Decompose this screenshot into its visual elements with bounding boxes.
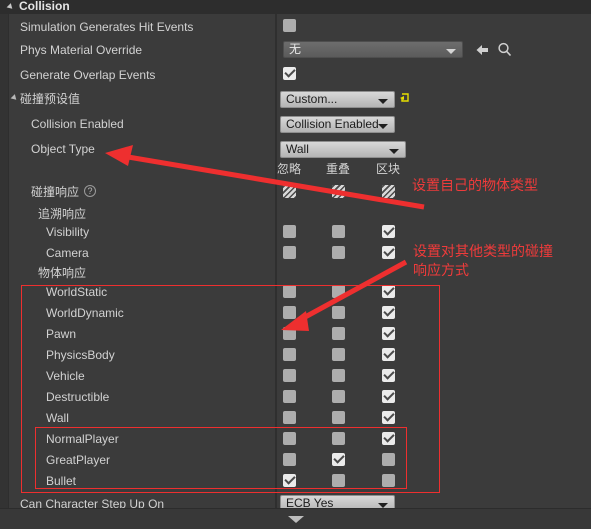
- checkbox-physicsbody-block[interactable]: [382, 348, 395, 361]
- reset-arrow-icon[interactable]: [399, 92, 411, 104]
- checkbox-wall-block[interactable]: [382, 411, 395, 424]
- collision-details-panel: Collision Simulation Generates Hit Event…: [0, 0, 591, 529]
- checkbox-worldstatic-overlap[interactable]: [332, 285, 345, 298]
- checkbox-camera-block[interactable]: [382, 246, 395, 259]
- checkbox-greatplayer-ignore[interactable]: [283, 453, 296, 466]
- label-collision-preset: 碰撞预设值: [20, 92, 81, 106]
- panel-footer: [0, 508, 591, 529]
- label-vehicle: Vehicle: [46, 369, 85, 383]
- annotation-text-collision-response-1: 设置对其他类型的碰撞: [413, 244, 553, 260]
- checkbox-greatplayer-overlap[interactable]: [332, 453, 345, 466]
- checkbox-collision-response-block[interactable]: [382, 185, 395, 198]
- triangle-down-icon: [6, 3, 15, 11]
- label-trace-response: 追溯响应: [38, 207, 87, 221]
- chevron-down-icon: [446, 49, 456, 54]
- object-type-value: Wall: [286, 142, 309, 156]
- label-phys-material-override: Phys Material Override: [20, 43, 143, 57]
- checkbox-wall-ignore[interactable]: [283, 411, 296, 424]
- annotation-text-object-type: 设置自己的物体类型: [412, 178, 538, 194]
- phys-material-override-value: 无: [289, 42, 302, 56]
- checkbox-greatplayer-block[interactable]: [382, 453, 395, 466]
- label-worldstatic: WorldStatic: [46, 285, 108, 299]
- checkbox-vehicle-block[interactable]: [382, 369, 395, 382]
- help-icon[interactable]: ?: [84, 185, 96, 197]
- checkbox-bullet-overlap[interactable]: [332, 474, 345, 487]
- chevron-down-icon: [378, 124, 388, 129]
- checkbox-visibility-ignore[interactable]: [283, 225, 296, 238]
- phys-material-override-dropdown[interactable]: 无: [283, 41, 463, 58]
- collision-category-header[interactable]: Collision: [0, 0, 591, 15]
- checkbox-destructible-overlap[interactable]: [332, 390, 345, 403]
- checkbox-collision-response-ignore[interactable]: [283, 185, 296, 198]
- checkbox-physicsbody-overlap[interactable]: [332, 348, 345, 361]
- checkbox-pawn-ignore[interactable]: [283, 327, 296, 340]
- column-header-ignore: 忽略: [277, 162, 302, 176]
- column-header-overlap: 重叠: [326, 162, 351, 176]
- checkbox-bullet-ignore[interactable]: [283, 474, 296, 487]
- checkbox-camera-ignore[interactable]: [283, 246, 296, 259]
- label-greatplayer: GreatPlayer: [46, 453, 111, 467]
- collision-preset-dropdown[interactable]: Custom...: [280, 91, 395, 108]
- chevron-down-icon[interactable]: [288, 516, 304, 523]
- label-pawn: Pawn: [46, 327, 77, 341]
- left-gutter: [0, 14, 9, 519]
- label-collision-enabled: Collision Enabled: [31, 117, 124, 131]
- checkbox-normalplayer-overlap[interactable]: [332, 432, 345, 445]
- checkbox-collision-response-overlap[interactable]: [332, 185, 345, 198]
- label-worlddynamic: WorldDynamic: [46, 306, 124, 320]
- label-object-type: Object Type: [31, 142, 95, 156]
- label-physicsbody: PhysicsBody: [46, 348, 115, 362]
- checkbox-generate-overlap-events[interactable]: [283, 67, 296, 80]
- object-type-dropdown[interactable]: Wall: [280, 141, 406, 158]
- label-bullet: Bullet: [46, 474, 77, 488]
- chevron-down-icon: [389, 149, 399, 154]
- column-header-block: 区块: [376, 162, 401, 176]
- checkbox-worldstatic-block[interactable]: [382, 285, 395, 298]
- column-splitter[interactable]: [275, 14, 277, 508]
- checkbox-destructible-block[interactable]: [382, 390, 395, 403]
- checkbox-worlddynamic-ignore[interactable]: [283, 306, 296, 319]
- label-simulation-generates-hit-events: Simulation Generates Hit Events: [20, 20, 194, 34]
- checkbox-wall-overlap[interactable]: [332, 411, 345, 424]
- checkbox-normalplayer-ignore[interactable]: [283, 432, 296, 445]
- collision-preset-value: Custom...: [286, 92, 338, 106]
- checkbox-bullet-block[interactable]: [382, 474, 395, 487]
- label-object-response: 物体响应: [38, 266, 87, 280]
- checkbox-worlddynamic-block[interactable]: [382, 306, 395, 319]
- checkbox-normalplayer-block[interactable]: [382, 432, 395, 445]
- collision-enabled-value: Collision Enabled: [286, 117, 379, 131]
- magnifier-icon[interactable]: [497, 42, 513, 58]
- chevron-down-icon: [378, 99, 388, 104]
- checkbox-visibility-overlap[interactable]: [332, 225, 345, 238]
- checkbox-physicsbody-ignore[interactable]: [283, 348, 296, 361]
- label-normalplayer: NormalPlayer: [46, 432, 119, 446]
- collision-enabled-dropdown[interactable]: Collision Enabled: [280, 116, 395, 133]
- back-arrow-icon[interactable]: [475, 43, 490, 57]
- label-wall: Wall: [46, 411, 69, 425]
- label-camera: Camera: [46, 246, 89, 260]
- checkbox-camera-overlap[interactable]: [332, 246, 345, 259]
- label-collision-response: 碰撞响应: [31, 185, 80, 199]
- checkbox-pawn-overlap[interactable]: [332, 327, 345, 340]
- label-visibility: Visibility: [46, 225, 90, 239]
- annotation-text-collision-response-2: 响应方式: [413, 263, 469, 279]
- checkbox-vehicle-overlap[interactable]: [332, 369, 345, 382]
- checkbox-visibility-block[interactable]: [382, 225, 395, 238]
- checkbox-destructible-ignore[interactable]: [283, 390, 296, 403]
- label-generate-overlap-events: Generate Overlap Events: [20, 68, 156, 82]
- page-title: Collision: [19, 0, 70, 13]
- checkbox-worldstatic-ignore[interactable]: [283, 285, 296, 298]
- checkbox-vehicle-ignore[interactable]: [283, 369, 296, 382]
- checkbox-simulation-generates-hit-events[interactable]: [283, 19, 296, 32]
- checkbox-pawn-block[interactable]: [382, 327, 395, 340]
- label-destructible: Destructible: [46, 390, 110, 404]
- checkbox-worlddynamic-overlap[interactable]: [332, 306, 345, 319]
